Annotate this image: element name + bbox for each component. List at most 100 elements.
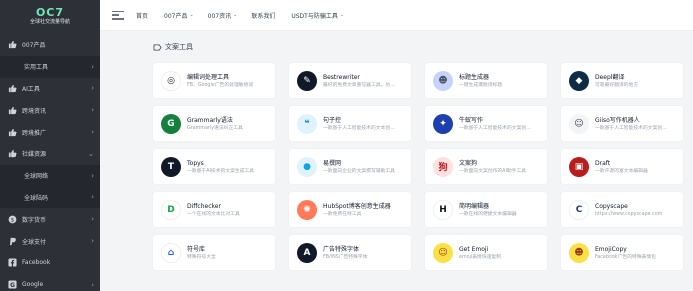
chevron-icon: › <box>91 193 94 202</box>
tool-card[interactable]: ✦ 牛蚁写作 一款基于人工智能技术的文案创… <box>425 106 547 141</box>
tool-card-title: 易撰网 <box>323 159 342 167</box>
dog-icon: 狗 <box>433 156 453 177</box>
thumb-up-icon <box>7 105 17 115</box>
tool-card[interactable]: ✎ Bestrewriter 最好的免费文章重写器工具。仿… <box>289 63 411 98</box>
tool-card[interactable]: T Topys 一款基于AI技术的文案生成工具 <box>153 149 275 184</box>
chevron-icon: › <box>91 215 94 224</box>
thumb-up-icon <box>7 40 17 50</box>
top-nav-link[interactable]: 007产品 ⌄ <box>164 11 194 20</box>
sidebar-item[interactable]: 全球网络 › <box>0 164 100 187</box>
main-content: 文案工具 ◎ 编辑词处理工具 FB、Google广告的处理敏感词 ✎ Bestrewri… <box>100 31 693 291</box>
tool-card-title: 句子控 <box>323 116 342 124</box>
sidebar-item-label: 全球支付 <box>22 238 47 246</box>
tool-card[interactable]: 狗文案狗 一款面向文案创作的AI助手工具 <box>425 149 547 184</box>
tool-card[interactable]: G Grammarly语法 Grammarly语法纠正工具 <box>153 106 275 141</box>
tool-card[interactable]: ❝ 句子控 一款基于人工智能技术的文本创… <box>289 106 411 141</box>
tool-card-desc: 一款基于人工智能技术的文案创… <box>595 125 667 131</box>
tool-card-title: Bestrewriter <box>323 73 360 81</box>
chevron-icon: › <box>91 280 94 289</box>
chevron-down-icon: ⌄ <box>339 12 345 18</box>
tool-card[interactable]: ▣ Draft 一款开源的富文本编辑器 <box>561 149 683 184</box>
pen-icon: ✎ <box>297 70 317 91</box>
tool-card[interactable]: ☺ Giiso写作机器人 一款基于人工智能技术的文案创… <box>561 106 683 141</box>
tool-card-title: Draft <box>595 159 611 167</box>
chevron-icon: › <box>91 171 94 180</box>
tool-card-title: Deepl翻译 <box>595 73 625 81</box>
tool-card[interactable]: D Diffchecker 一个在线的文本比对工具 <box>153 192 275 227</box>
top-nav-label: 联系我们 <box>251 12 276 20</box>
tool-card-desc: FB/INS广告特殊字体 <box>323 254 368 260</box>
top-nav-label: 007产品 <box>164 12 188 20</box>
tool-card-desc: 一款面向企业的文案撰写辅助工具 <box>323 168 395 174</box>
topbar: 首页 007产品 ⌄ 007资讯 ⌄ 联系我们 USDT与防骗工具 ⌄ <box>100 0 693 31</box>
section-title-text: 文案工具 <box>165 43 193 51</box>
logo[interactable]: OC7 全球社交流量导航 <box>0 0 100 32</box>
tool-card[interactable]: ✺ HubSpot博客创意生成器 一款免费在线工具 <box>289 192 411 227</box>
tool-card-title: 文案狗 <box>459 159 478 167</box>
top-nav-link[interactable]: 007资讯 ⌄ <box>208 11 238 20</box>
tool-card[interactable]: ⌂ 符号库 特殊符号大全 <box>153 235 275 270</box>
facebook-icon <box>7 258 17 268</box>
chevron-icon: ⌄ <box>88 149 94 158</box>
chevron-icon: › <box>91 237 94 246</box>
tool-card-title: 牛蚁写作 <box>459 116 484 124</box>
tool-card-title: 广告特殊字体 <box>323 245 360 253</box>
tool-card[interactable]: ☻ 标题生成器 一键生成爆款诗标题 <box>425 63 547 98</box>
robot-icon: ☺ <box>569 113 589 134</box>
logo-subtitle: 全球社交流量导航 <box>29 18 70 25</box>
chevron-icon: › <box>91 62 94 71</box>
sidebar-item[interactable]: $ 数字货币 › <box>0 208 100 230</box>
sidebar-item[interactable]: 跨境推广 › <box>0 121 100 143</box>
thumb-up-icon <box>7 149 17 159</box>
tool-card[interactable]: C Copyscape https://www.copyscape.com <box>561 192 683 227</box>
sidebar-item[interactable]: AI工具 › <box>0 78 100 100</box>
tool-card-title: Topys <box>187 159 204 167</box>
tool-grid: ◎ 编辑词处理工具 FB、Google广告的处理敏感词 ✎ Bestrewriter 最好… <box>153 63 683 270</box>
font-icon: A <box>297 242 317 263</box>
sidebar-item[interactable]: 跨境资讯 › <box>0 99 100 121</box>
tool-card[interactable]: A 广告特殊字体 FB/INS广告特殊字体 <box>289 235 411 270</box>
top-nav-label: USDT与防骗工具 <box>291 12 338 20</box>
sidebar-item[interactable]: 实用工具 › <box>0 55 100 78</box>
diff-icon: D <box>161 199 181 220</box>
top-nav-link[interactable]: USDT与防骗工具 ⌄ <box>291 11 344 20</box>
tool-card[interactable]: ◎ 编辑词处理工具 FB、Google广告的处理敏感词 <box>153 63 275 98</box>
top-nav-link[interactable]: 联系我们 <box>251 11 277 20</box>
tool-card-desc: 一款基于AI技术的文案生成工具 <box>187 168 255 174</box>
emoji-laugh-icon: ☻ <box>569 242 589 263</box>
tool-card-desc: 一款免费在线工具 <box>323 211 362 217</box>
tool-card-desc: 可靠最好翻译的地方 <box>595 82 639 88</box>
top-nav-link[interactable]: 首页 <box>136 11 150 20</box>
sidebar-item[interactable]: Facebook <box>0 252 100 274</box>
sidebar-item[interactable]: 全球支付 › <box>0 230 100 252</box>
ant-icon: ✦ <box>433 113 453 134</box>
tool-card[interactable]: ◆ Deepl翻译 可靠最好翻译的地方 <box>561 63 683 98</box>
chevron-icon: › <box>91 128 94 137</box>
tool-card[interactable]: ● 易撰网 一款面向企业的文案撰写辅助工具 <box>289 149 411 184</box>
top-nav-label: 首页 <box>136 12 149 20</box>
tool-card-title: Get Emoji <box>459 245 489 253</box>
tool-card-desc: https://www.copyscape.com <box>595 211 663 217</box>
owl-icon: ☻ <box>433 70 453 91</box>
sidebar-item[interactable]: 全球陆码 › <box>0 186 100 209</box>
sidebar-item[interactable]: 社媒资源 ⌄ <box>0 143 100 165</box>
tool-card-title: 编辑词处理工具 <box>187 73 230 81</box>
tool-card-title: HubSpot博客创意生成器 <box>323 202 391 210</box>
sidebar-item-label: 007产品 <box>22 42 46 50</box>
thumb-up-icon <box>7 127 17 137</box>
tool-card-desc: 一款面向文案创作的AI助手工具 <box>459 168 527 174</box>
sidebar-item[interactable]: G Google › <box>0 274 100 291</box>
tool-card[interactable]: ☺ Get Emoji emoji表情快速复制 <box>425 235 547 270</box>
tool-card-title: Grammarly语法 <box>187 116 233 124</box>
dollar-icon: $ <box>7 214 17 224</box>
tool-card-desc: 一款基于人工智能技术的文案创… <box>459 125 531 131</box>
sidebar-item-label: 数字货币 <box>22 216 47 224</box>
sidebar: OC7 全球社交流量导航 007产品 实用工具 › AI工具 › 跨境资讯 › 跨境推广 › 社媒… <box>0 0 100 291</box>
chevron-down-icon: ⌄ <box>189 12 194 18</box>
sidebar-item-label: 跨境资讯 <box>22 107 47 115</box>
tool-card-desc: 一款在线的便捷文本编辑器 <box>459 211 517 217</box>
menu-toggle-icon[interactable] <box>112 10 124 20</box>
tool-card[interactable]: H 简明编辑器 一款在线的便捷文本编辑器 <box>425 192 547 227</box>
sidebar-item[interactable]: 007产品 <box>0 34 100 56</box>
tool-card[interactable]: ☻ EmojiCopy Facebook广告的特殊表情包 <box>561 235 683 270</box>
